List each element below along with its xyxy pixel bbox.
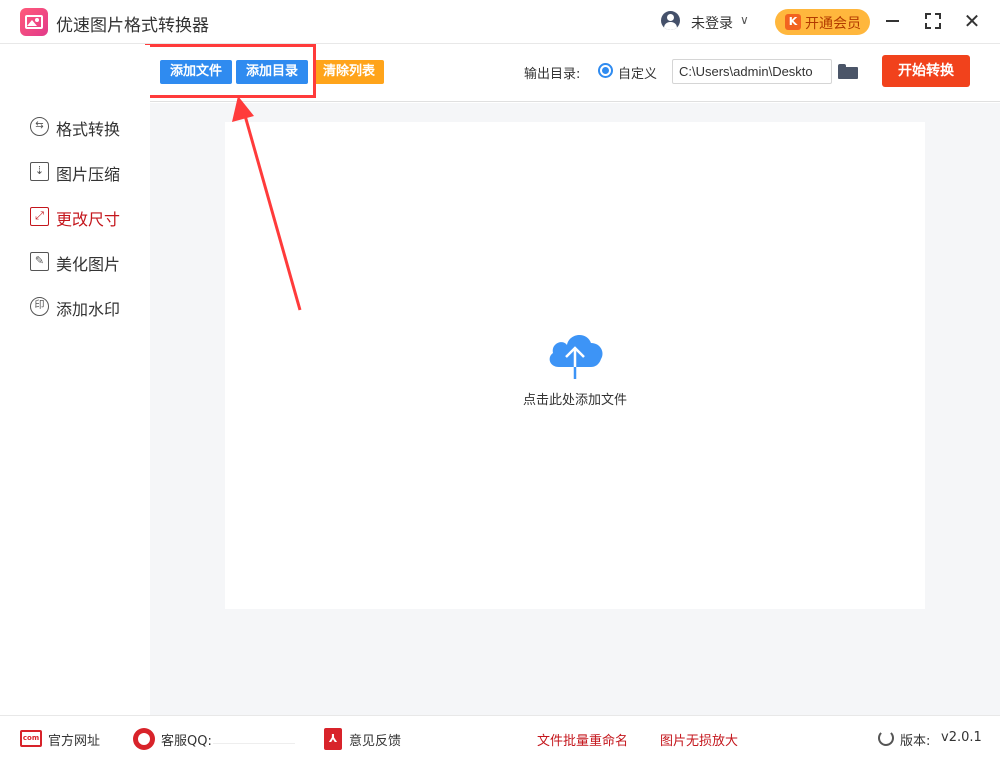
sidebar-item-beautify[interactable]: ✎ 美化图片: [30, 249, 145, 275]
login-status[interactable]: 未登录: [691, 13, 733, 33]
main-area: 点击此处添加文件: [150, 103, 1000, 715]
sidebar-item-label: 格式转换: [56, 120, 121, 139]
refresh-icon: [878, 730, 894, 746]
sidebar-item-label: 更改尺寸: [56, 210, 121, 229]
folder-icon[interactable]: [838, 64, 858, 79]
footer: com 官方网址 客服QQ: ⅄ 意见反馈 文件批量重命名 图片无损放大 版本:…: [0, 715, 1000, 760]
chevron-down-icon[interactable]: ∨: [740, 13, 749, 27]
maximize-icon[interactable]: [922, 10, 944, 32]
close-icon[interactable]: ✕: [961, 10, 983, 32]
app-logo-icon: [20, 8, 48, 36]
sidebar-item-label: 添加水印: [56, 300, 121, 319]
title-bar: 优速图片格式转换器 未登录 ∨ K 开通会员 ✕: [0, 0, 1000, 44]
vip-icon: K: [785, 14, 801, 30]
app-title: 优速图片格式转换器: [56, 16, 209, 36]
watermark-icon: 印: [30, 297, 49, 316]
version-info[interactable]: 版本: v2.0.1: [878, 730, 988, 750]
batch-rename-link[interactable]: 文件批量重命名: [537, 730, 628, 749]
beautify-icon: ✎: [30, 252, 49, 271]
qq-label: 客服QQ:: [161, 734, 212, 749]
file-drop-zone[interactable]: 点击此处添加文件: [225, 122, 925, 609]
sidebar-item-label: 美化图片: [56, 255, 121, 274]
minimize-icon[interactable]: [882, 10, 904, 32]
website-icon: com: [20, 730, 42, 747]
custom-dir-radio[interactable]: [598, 63, 613, 78]
vip-button[interactable]: K 开通会员: [775, 9, 870, 35]
sidebar-item-label: 图片压缩: [56, 165, 121, 184]
feedback-link[interactable]: ⅄ 意见反馈: [324, 728, 414, 750]
feedback-icon: ⅄: [324, 728, 342, 750]
qq-icon: [133, 728, 155, 750]
website-label: 官方网址: [48, 734, 101, 749]
feedback-label: 意见反馈: [349, 734, 402, 749]
toolbar: 添加文件 添加目录 清除列表 输出目录: 自定义 开始转换: [150, 44, 1000, 102]
compress-icon: ⇣: [30, 162, 49, 181]
resize-icon: ⤢: [30, 207, 49, 226]
custom-dir-label[interactable]: 自定义: [618, 63, 657, 82]
output-path-input[interactable]: [672, 59, 832, 84]
qq-number-field: [213, 732, 295, 744]
user-avatar-icon[interactable]: [661, 11, 680, 30]
version-number: v2.0.1: [941, 730, 982, 745]
lossless-upscale-link[interactable]: 图片无损放大: [660, 730, 738, 749]
version-label: 版本:: [900, 734, 931, 749]
output-dir-label: 输出目录:: [524, 67, 581, 82]
sidebar-item-compress[interactable]: ⇣ 图片压缩: [30, 159, 145, 185]
sidebar-item-watermark[interactable]: 印 添加水印: [30, 294, 145, 320]
official-website-link[interactable]: com 官方网址: [20, 730, 110, 750]
sidebar-item-resize[interactable]: ⤢ 更改尺寸: [30, 204, 145, 230]
clear-list-button[interactable]: 清除列表: [314, 60, 384, 84]
customer-service-qq[interactable]: 客服QQ:: [133, 728, 303, 750]
sidebar-item-format-convert[interactable]: ⇆ 格式转换: [30, 114, 145, 140]
start-convert-button[interactable]: 开始转换: [882, 55, 970, 87]
add-file-button[interactable]: 添加文件: [160, 60, 232, 84]
swap-icon: ⇆: [30, 117, 49, 136]
vip-label: 开通会员: [805, 16, 861, 32]
add-folder-button[interactable]: 添加目录: [236, 60, 308, 84]
drop-zone-hint: 点击此处添加文件: [522, 393, 627, 408]
sidebar: ⇆ 格式转换 ⇣ 图片压缩 ⤢ 更改尺寸 ✎ 美化图片 印 添加水印: [0, 45, 150, 715]
cloud-upload-icon: [549, 334, 603, 379]
